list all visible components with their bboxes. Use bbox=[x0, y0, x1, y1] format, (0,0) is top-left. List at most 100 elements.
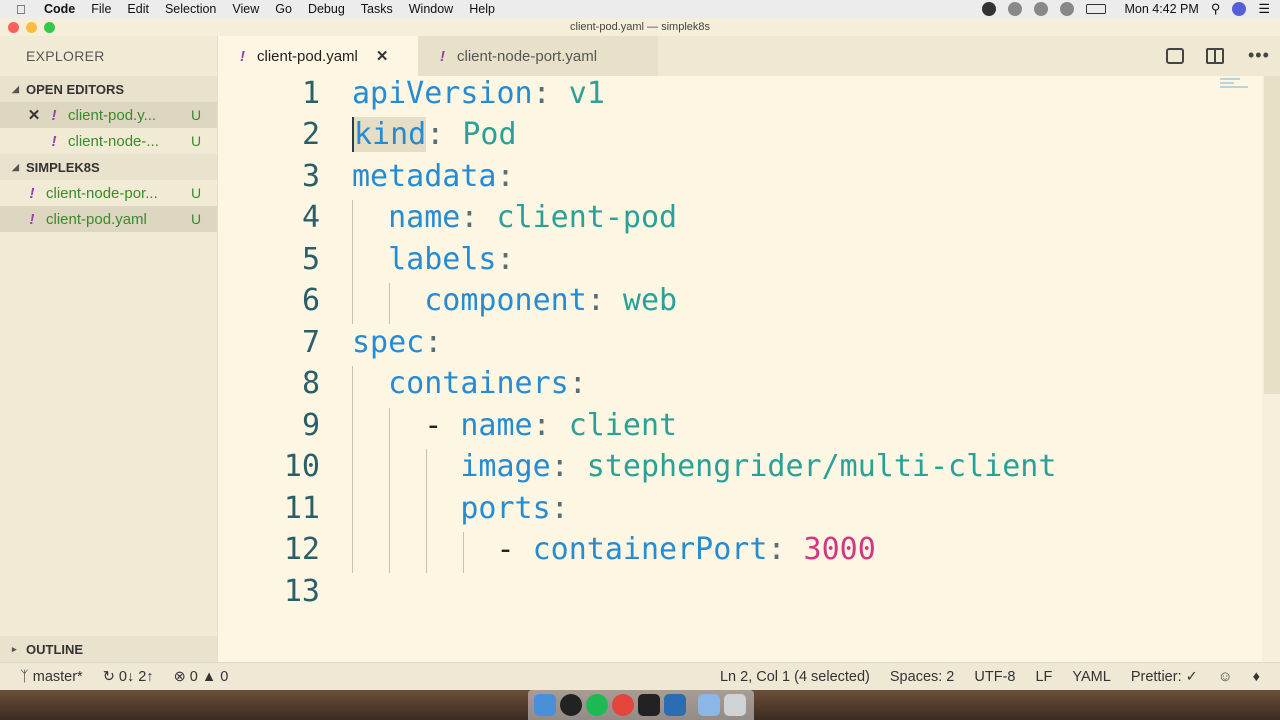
more-actions-icon[interactable]: ••• bbox=[1248, 46, 1272, 64]
menu-edit[interactable]: Edit bbox=[127, 2, 149, 16]
yaml-colon: : bbox=[550, 449, 569, 484]
glasses-icon[interactable] bbox=[1034, 2, 1049, 16]
terminal-icon[interactable] bbox=[638, 694, 660, 716]
menu-go[interactable]: Go bbox=[275, 2, 292, 16]
open-editor-filename: client-pod.y... bbox=[68, 106, 157, 124]
menu-selection[interactable]: Selection bbox=[165, 2, 216, 16]
tab-client-node-port[interactable]: ! client-node-port.yaml bbox=[418, 36, 658, 76]
close-icon[interactable]: ✕ bbox=[24, 106, 44, 124]
yaml-colon: : bbox=[496, 159, 515, 194]
trash-icon[interactable] bbox=[724, 694, 746, 716]
git-branch-icon: ᛉ bbox=[20, 668, 33, 685]
vscode-icon[interactable] bbox=[664, 694, 686, 716]
yaml-colon: : bbox=[424, 325, 443, 360]
minimize-window-button[interactable] bbox=[26, 22, 37, 33]
code-editor[interactable]: 1 apiVersion: v1 2 kind: Pod 3 metadata:… bbox=[218, 76, 1262, 662]
editor-scrollbar[interactable] bbox=[1262, 76, 1280, 662]
menu-file[interactable]: File bbox=[91, 2, 111, 16]
encoding[interactable]: UTF-8 bbox=[974, 669, 1015, 685]
downloads-folder-icon[interactable] bbox=[698, 694, 720, 716]
code-line: 10 image: stephengrider/multi-client bbox=[218, 449, 1258, 490]
finder-icon[interactable] bbox=[534, 694, 556, 716]
prettier-status[interactable]: Prettier: ✓ bbox=[1131, 669, 1198, 685]
file-item-client-node-port[interactable]: ! client-node-por... U bbox=[0, 180, 217, 206]
line-number: 5 bbox=[301, 242, 320, 277]
code-line: 6 component: web bbox=[218, 283, 1258, 324]
code-line: 9 - name: client bbox=[218, 408, 1258, 449]
yaml-key: component bbox=[424, 283, 587, 318]
feedback-smiley-icon[interactable]: ☺ bbox=[1218, 669, 1233, 685]
notification-center-icon[interactable]: ☰ bbox=[1258, 1, 1270, 17]
window-title-bar: client-pod.yaml — simplek8s bbox=[0, 18, 1280, 36]
git-branch[interactable]: ᛉ master* bbox=[20, 669, 83, 685]
menu-debug[interactable]: Debug bbox=[308, 2, 345, 16]
yaml-colon: : bbox=[550, 491, 569, 526]
open-editor-filename: client-node-... bbox=[68, 132, 159, 150]
yaml-key: image bbox=[460, 449, 551, 484]
zoom-window-button[interactable] bbox=[44, 22, 55, 33]
end-of-line[interactable]: LF bbox=[1035, 669, 1052, 685]
scrollbar-thumb[interactable] bbox=[1264, 76, 1280, 394]
language-mode[interactable]: YAML bbox=[1072, 669, 1110, 685]
yaml-number-value: 3000 bbox=[785, 532, 876, 567]
close-window-button[interactable] bbox=[8, 22, 19, 33]
selected-yaml-key: kind bbox=[352, 117, 427, 152]
error-icon: ⊗ bbox=[173, 668, 190, 685]
yaml-key: name bbox=[388, 200, 461, 235]
file-item-client-pod[interactable]: ! client-pod.yaml U bbox=[0, 206, 217, 232]
untracked-badge: U bbox=[191, 133, 202, 149]
yaml-file-icon: ! bbox=[29, 184, 35, 202]
yaml-key: ports bbox=[460, 491, 551, 526]
open-editor-item-client-node-port[interactable]: ! client-node-... U bbox=[0, 128, 217, 154]
spotlight-search-icon[interactable]: ⚲ bbox=[1211, 1, 1221, 17]
line-number: 4 bbox=[301, 200, 320, 235]
line-number: 9 bbox=[301, 408, 320, 443]
git-sync[interactable]: ↻ 0↓ 2↑ bbox=[103, 669, 154, 685]
yaml-file-icon: ! bbox=[240, 47, 245, 65]
explorer-sidebar: EXPLORER ◢ OPEN EDITORS ✕ ! client-pod.y… bbox=[0, 36, 218, 662]
menu-tasks[interactable]: Tasks bbox=[361, 2, 393, 16]
yaml-colon: : bbox=[767, 532, 786, 567]
yaml-file-icon: ! bbox=[51, 106, 57, 124]
obs-app-icon[interactable] bbox=[560, 694, 582, 716]
clock[interactable]: Mon 4:42 PM bbox=[1124, 2, 1198, 16]
menu-app[interactable]: Code bbox=[44, 2, 75, 16]
code-line: 2 kind: Pod bbox=[218, 117, 1258, 158]
problems-indicator[interactable]: ⊗ 0 ▲ 0 bbox=[174, 669, 229, 685]
menu-help[interactable]: Help bbox=[469, 2, 495, 16]
apple-icon[interactable]:  bbox=[16, 2, 36, 17]
yaml-list-dash: - bbox=[496, 532, 533, 567]
yaml-value: v1 bbox=[550, 76, 605, 111]
untracked-badge: U bbox=[191, 185, 202, 201]
open-editor-item-client-pod[interactable]: ✕ ! client-pod.y... U bbox=[0, 102, 217, 128]
wifi-icon[interactable] bbox=[1060, 2, 1075, 16]
yaml-key: name bbox=[460, 408, 533, 443]
yaml-colon: : bbox=[496, 242, 515, 277]
notifications-bell-icon[interactable]: ♦ bbox=[1253, 669, 1260, 685]
minimap[interactable] bbox=[1220, 76, 1256, 96]
line-number: 2 bbox=[301, 117, 320, 152]
battery-icon[interactable] bbox=[1086, 4, 1107, 14]
project-folder-label: SIMPLEK8S bbox=[26, 159, 100, 175]
obs-icon[interactable] bbox=[982, 2, 997, 16]
outline-header[interactable]: ▸ OUTLINE bbox=[0, 636, 217, 662]
tab-client-pod[interactable]: ! client-pod.yaml ✕ bbox=[218, 36, 418, 76]
menu-view[interactable]: View bbox=[232, 2, 259, 16]
siri-icon[interactable] bbox=[1232, 2, 1247, 16]
open-changes-icon[interactable] bbox=[1166, 48, 1184, 64]
cursor-position[interactable]: Ln 2, Col 1 (4 selected) bbox=[720, 669, 870, 685]
open-editors-header[interactable]: ◢ OPEN EDITORS bbox=[0, 76, 217, 102]
spotify-icon[interactable] bbox=[586, 694, 608, 716]
indentation[interactable]: Spaces: 2 bbox=[890, 669, 955, 685]
line-number: 3 bbox=[301, 159, 320, 194]
split-editor-icon[interactable] bbox=[1206, 48, 1224, 64]
untracked-badge: U bbox=[191, 211, 202, 227]
yaml-key: containers bbox=[388, 366, 569, 401]
yaml-colon: : bbox=[426, 117, 445, 152]
close-tab-icon[interactable]: ✕ bbox=[376, 47, 389, 65]
chrome-icon[interactable] bbox=[612, 694, 634, 716]
yaml-value: stephengrider/multi-client bbox=[568, 449, 1057, 484]
project-folder-header[interactable]: ◢ SIMPLEK8S bbox=[0, 154, 217, 180]
docker-icon[interactable] bbox=[1008, 2, 1023, 16]
menu-window[interactable]: Window bbox=[409, 2, 453, 16]
